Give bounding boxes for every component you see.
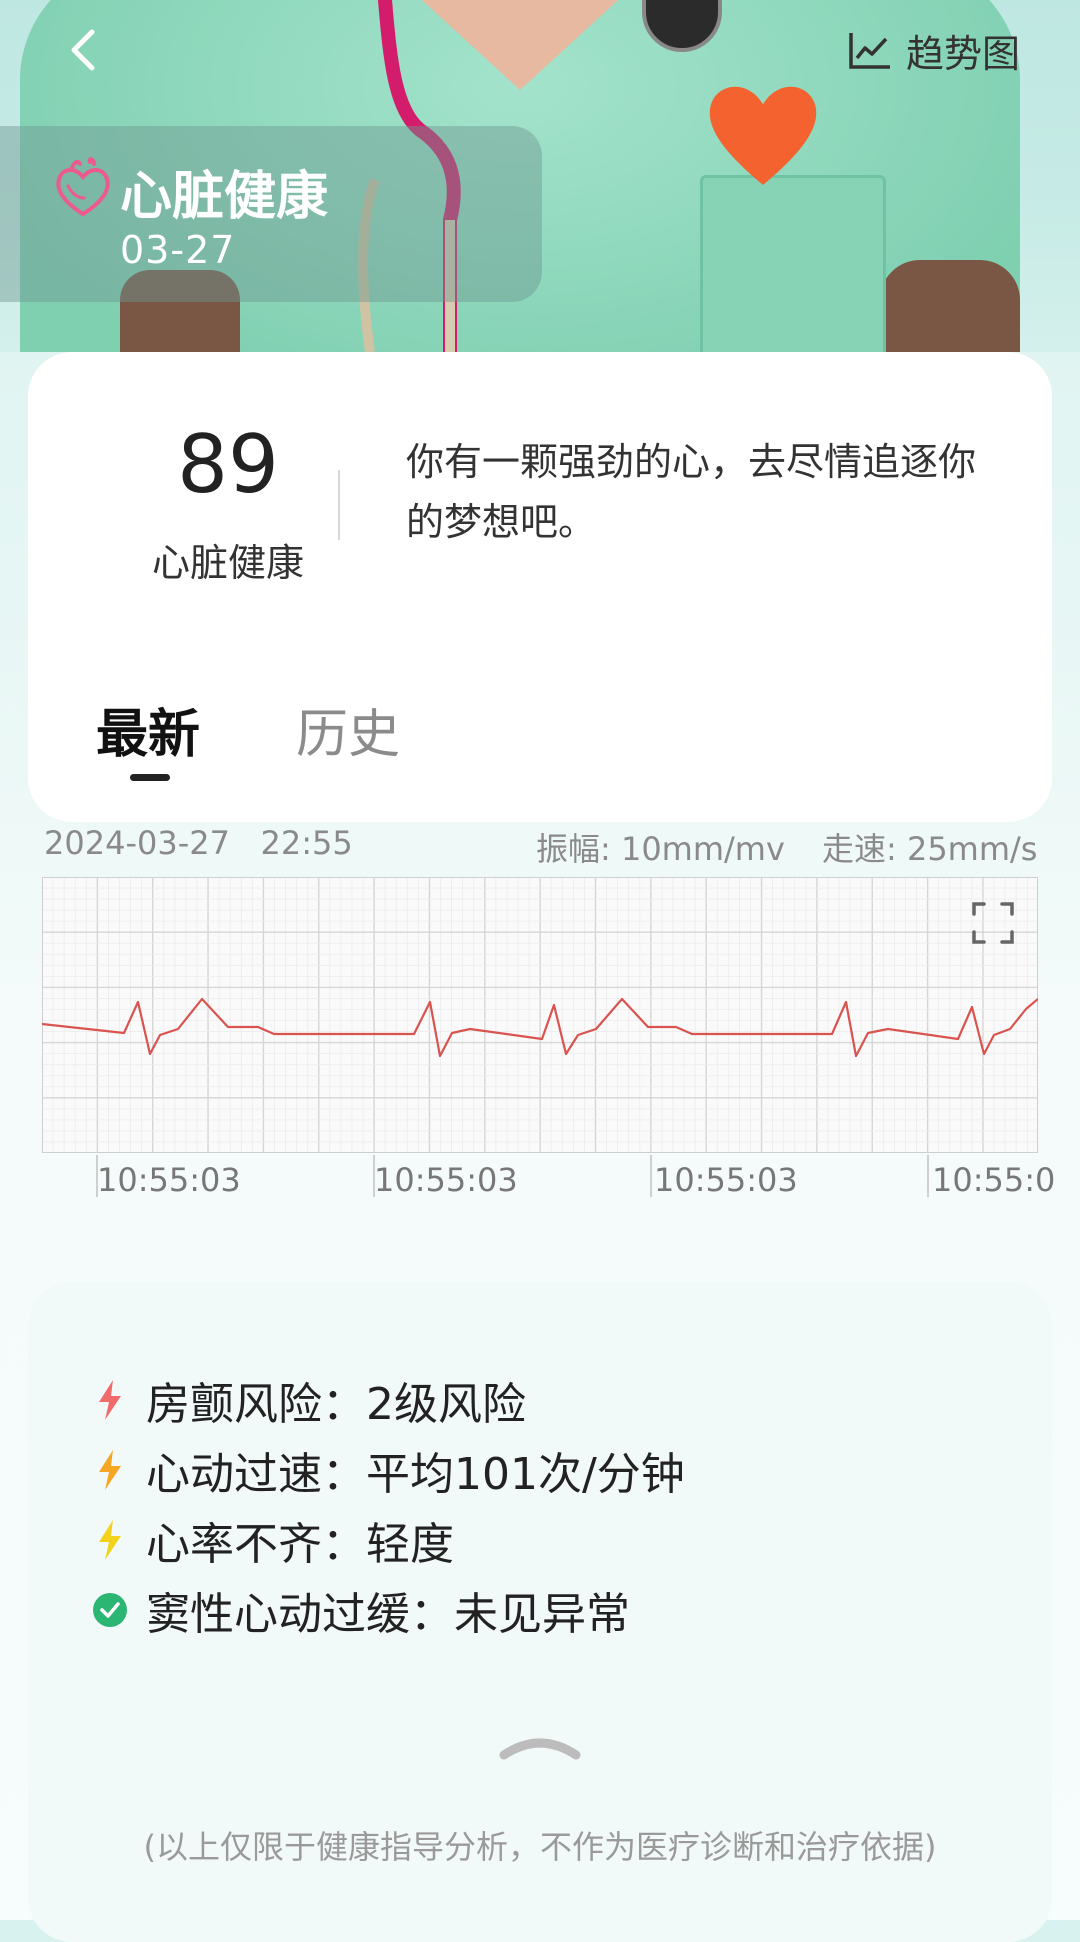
lightning-icon bbox=[92, 1448, 128, 1492]
collapse-button[interactable] bbox=[498, 1727, 582, 1763]
result-text: 心动过速：平均101次/分钟 bbox=[146, 1449, 685, 1500]
result-item-afib: 房颤风险：2级风险 bbox=[92, 1370, 526, 1430]
chevron-left-icon bbox=[71, 29, 95, 71]
ecg-datetime: 2024-03-27 22:55 bbox=[44, 824, 353, 862]
trend-chart-label: 趋势图 bbox=[905, 31, 1020, 76]
result-item-arrhythmia: 心率不齐：轻度 bbox=[92, 1510, 454, 1570]
heart-health-score-label: 心脏健康 bbox=[151, 541, 304, 585]
divider bbox=[338, 470, 340, 540]
ecg-grid bbox=[42, 877, 1038, 1153]
title-card: 心脏健康 03-27 bbox=[0, 126, 542, 302]
hero-image-pocket bbox=[700, 175, 886, 352]
tab-active-indicator bbox=[130, 774, 170, 781]
fullscreen-button[interactable] bbox=[970, 900, 1016, 946]
result-text: 窦性心动过缓：未见异常 bbox=[146, 1589, 630, 1640]
score-message: 你有一颗强劲的心，去尽情追逐你的梦想吧。 bbox=[406, 440, 977, 544]
time-label: 10:55:03 bbox=[97, 1161, 241, 1199]
tab-bar: 最新 历史 bbox=[28, 692, 1052, 792]
result-item-tachycardia: 心动过速：平均101次/分钟 bbox=[92, 1440, 685, 1500]
check-circle-icon bbox=[92, 1588, 128, 1632]
page-title: 心脏健康 bbox=[120, 167, 329, 227]
line-chart-icon bbox=[849, 33, 890, 69]
time-label: 10:55:0 bbox=[932, 1161, 1056, 1199]
page-date: 03-27 bbox=[120, 228, 236, 272]
top-bar: 趋势图 bbox=[0, 0, 1080, 100]
results-card: 房颤风险：2级风险 心动过速：平均101次/分钟 心率不齐：轻度 窦性心动过缓：… bbox=[28, 1282, 1052, 1942]
time-label: 10:55:03 bbox=[654, 1161, 798, 1199]
lightning-icon bbox=[92, 1518, 128, 1562]
ecg-speed: 走速: 25mm/s bbox=[822, 830, 1038, 868]
ecg-waveform-chart[interactable] bbox=[42, 877, 1038, 1153]
disclaimer: (以上仅限于健康指导分析，不作为医疗诊断和治疗依据) bbox=[143, 1828, 937, 1866]
ecg-time-axis: 10:55:03 10:55:03 10:55:03 10:55:0 bbox=[0, 1155, 1080, 1205]
lightning-icon bbox=[92, 1378, 128, 1422]
back-button[interactable] bbox=[56, 22, 112, 78]
chevron-up-icon bbox=[499, 1738, 581, 1760]
time-tick bbox=[927, 1155, 929, 1197]
ecg-amplitude: 振幅: 10mm/mv bbox=[536, 830, 785, 868]
result-text: 心率不齐：轻度 bbox=[146, 1519, 454, 1570]
result-item-bradycardia: 窦性心动过缓：未见异常 bbox=[92, 1580, 630, 1640]
tab-latest[interactable]: 最新 bbox=[96, 692, 200, 767]
tab-history[interactable]: 历史 bbox=[296, 692, 400, 767]
heart-icon bbox=[56, 157, 110, 217]
hero-banner: 趋势图 心脏健康 03-27 bbox=[0, 0, 1080, 352]
fullscreen-icon bbox=[972, 902, 1014, 944]
result-text: 房颤风险：2级风险 bbox=[146, 1379, 526, 1430]
ecg-meta: 2024-03-27 22:55 振幅: 10mm/mv 走速: 25mm/s bbox=[44, 824, 1044, 868]
trend-chart-button[interactable]: 趋势图 bbox=[848, 22, 1020, 78]
heart-health-score: 89 bbox=[177, 418, 279, 511]
hero-image-arm bbox=[880, 260, 1020, 352]
time-tick bbox=[650, 1155, 652, 1197]
score-card: 89 心脏健康 你有一颗强劲的心，去尽情追逐你的梦想吧。 最新 历史 bbox=[28, 352, 1052, 822]
time-label: 10:55:03 bbox=[374, 1161, 518, 1199]
